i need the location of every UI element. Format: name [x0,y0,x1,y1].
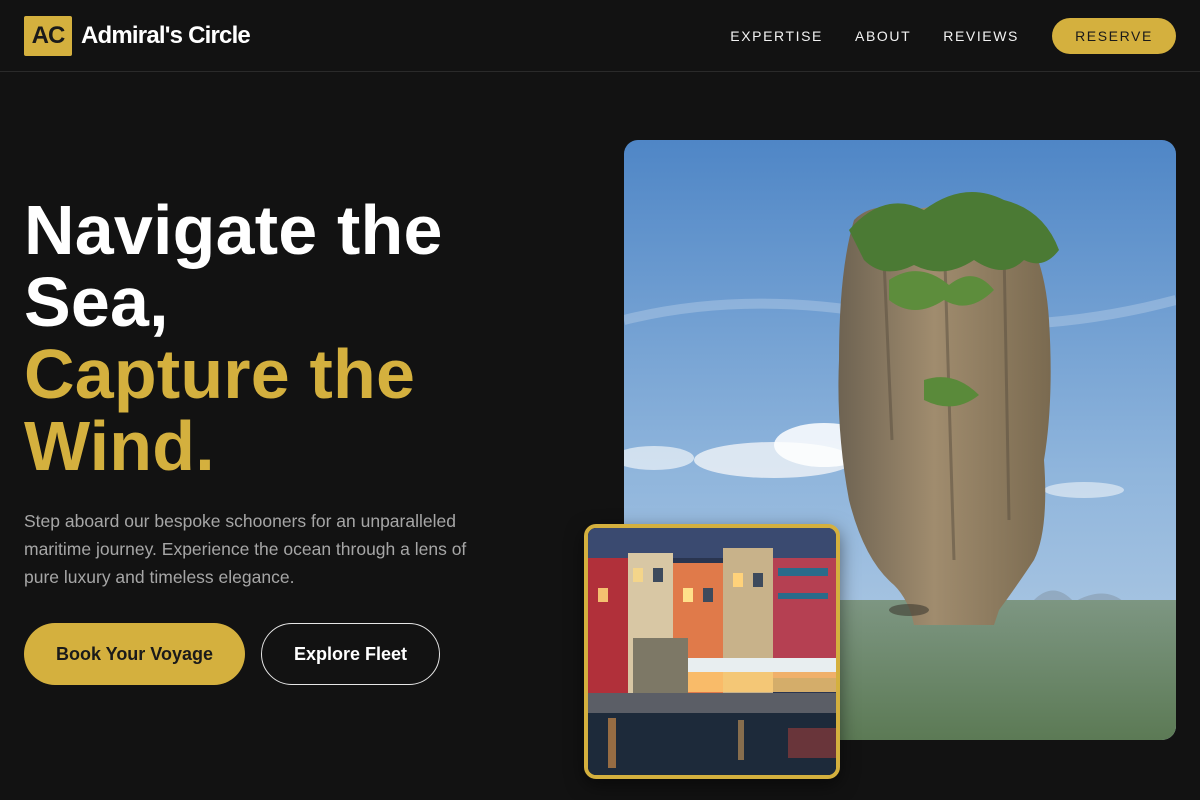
hero-title-line-2: Sea, [24,263,169,341]
nav-link-expertise[interactable]: EXPERTISE [730,18,823,54]
hero-description: Step aboard our bespoke schooners for an… [24,511,467,587]
brand-name: Admiral's Circle [81,22,251,49]
nav-link-reviews[interactable]: REVIEWS [943,18,1019,54]
hero-title-line-3: Capture the [24,335,416,413]
explore-fleet-button[interactable]: Explore Fleet [261,623,440,685]
hero-title-line-1: Navigate the [24,191,443,269]
waterfront-village-illustration [588,528,836,775]
inset-village-image [584,524,840,779]
reserve-button[interactable]: RESERVE [1052,18,1176,54]
nav-links: EXPERTISE ABOUT REVIEWS RESERVE [730,18,1176,54]
brand-logo-link[interactable]: AC Admiral's Circle [24,16,251,56]
nav-link-about[interactable]: ABOUT [855,18,911,54]
hero-title: Navigate the Sea, Capture the Wind. [24,194,544,482]
brand-logo-mark: AC [24,16,72,56]
top-navbar: AC Admiral's Circle EXPERTISE ABOUT REVI… [0,0,1200,72]
book-voyage-button[interactable]: Book Your Voyage [24,623,245,685]
hero-title-line-4: Wind. [24,407,215,485]
